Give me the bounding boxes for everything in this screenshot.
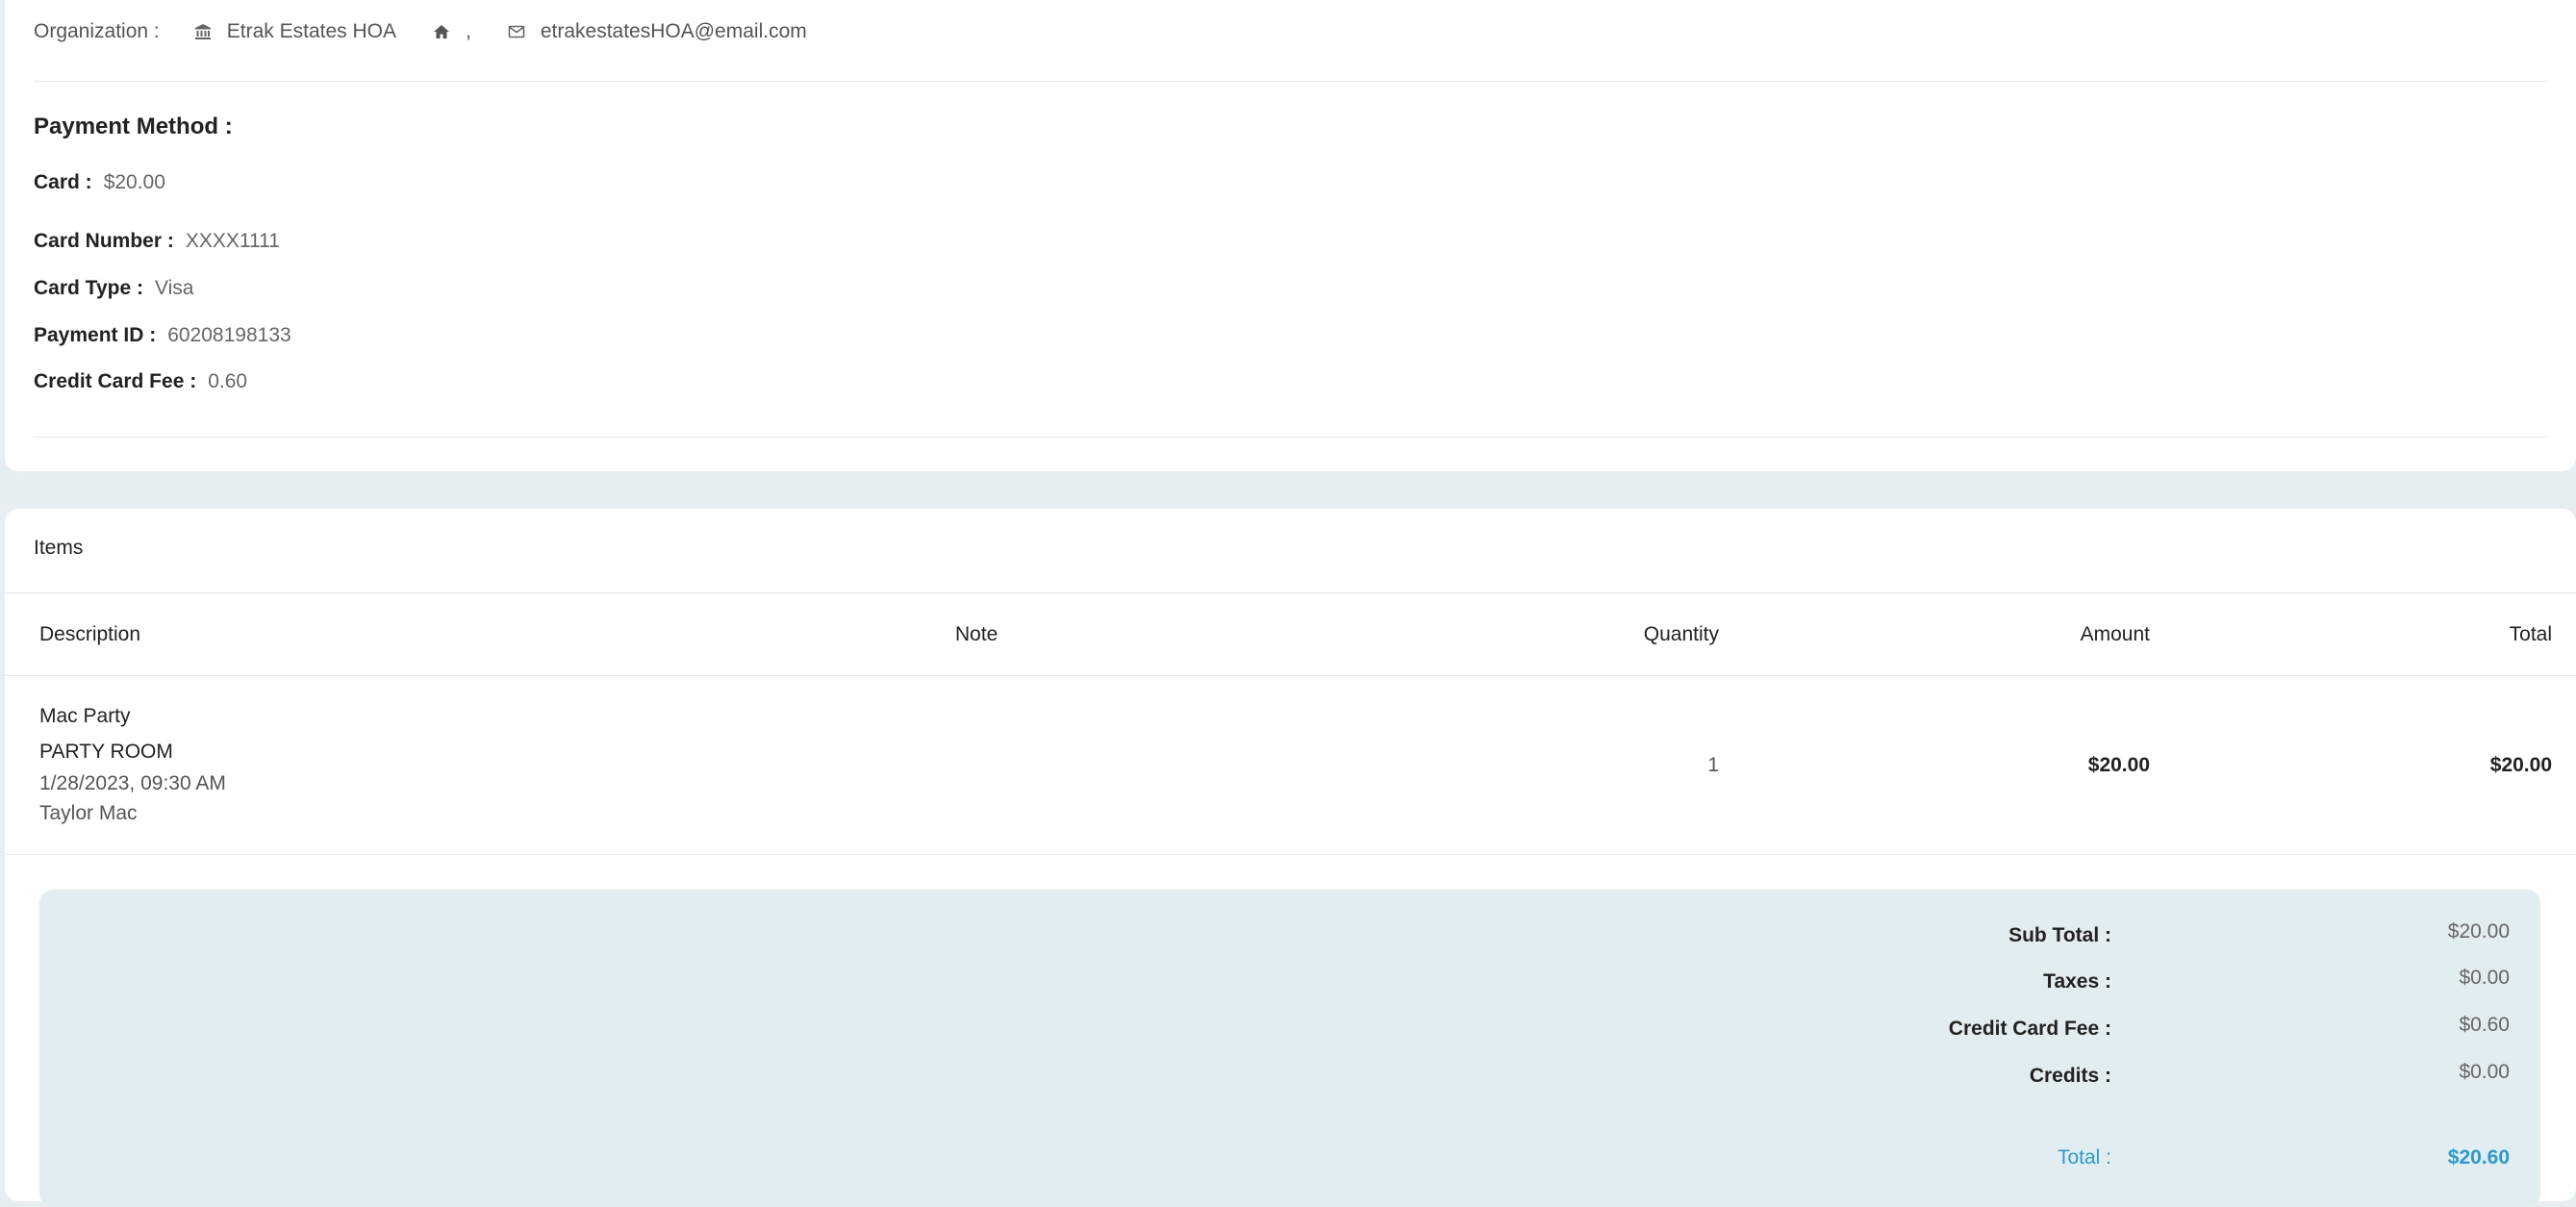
card-amount-row: Card : $20.00 bbox=[34, 171, 165, 194]
item-name: Mac Party bbox=[39, 705, 131, 727]
payment-method-title: Payment Method : bbox=[34, 113, 233, 139]
item-person: Taylor Mac bbox=[39, 802, 138, 824]
card-number-value: XXXX1111 bbox=[185, 230, 280, 252]
organization-name: Etrak Estates HOA bbox=[226, 20, 396, 42]
total-label: Total : bbox=[2057, 1146, 2111, 1169]
card-value: $20.00 bbox=[103, 171, 165, 193]
item-room: PARTY ROOM bbox=[39, 741, 173, 763]
card-number-row: Card Number : XXXX1111 bbox=[34, 230, 280, 253]
subtotal-row: Sub Total : $20.00 bbox=[39, 920, 2540, 949]
divider bbox=[34, 437, 2547, 438]
item-total: $20.00 bbox=[2489, 754, 2552, 776]
column-header-total: Total bbox=[2509, 623, 2552, 645]
credits-label: Credits : bbox=[2029, 1065, 2111, 1087]
column-header-quantity: Quantity bbox=[1643, 623, 1719, 645]
home-icon bbox=[431, 21, 452, 42]
credit-card-fee-row: Credit Card Fee : 0.60 bbox=[34, 370, 247, 393]
credit-card-fee-summary-row: Credit Card Fee : $0.60 bbox=[39, 1014, 2540, 1043]
subtotal-label: Sub Total : bbox=[2008, 924, 2111, 946]
items-card: Items Description Note Quantity Amount T… bbox=[5, 509, 2576, 1207]
subtotal-value: $20.00 bbox=[2447, 920, 2510, 943]
credit-card-fee-summary-label: Credit Card Fee : bbox=[1948, 1018, 2111, 1040]
total-row: Total : $20.60 bbox=[39, 1143, 2540, 1171]
credits-value: $0.00 bbox=[2459, 1061, 2510, 1083]
credits-row: Credits : $0.00 bbox=[39, 1061, 2540, 1090]
divider bbox=[34, 81, 2547, 82]
payment-details-card: Organization : Etrak Estates HOA , etrak… bbox=[5, 0, 2576, 471]
taxes-value: $0.00 bbox=[2459, 967, 2510, 989]
item-quantity: 1 bbox=[1707, 754, 1719, 776]
credit-card-fee-value: 0.60 bbox=[208, 370, 248, 392]
payment-id-row: Payment ID : 60208198133 bbox=[34, 324, 291, 347]
taxes-row: Taxes : $0.00 bbox=[39, 967, 2540, 995]
summary-panel: Sub Total : $20.00 Taxes : $0.00 Credit … bbox=[39, 890, 2540, 1207]
divider bbox=[5, 675, 2576, 676]
bank-icon bbox=[192, 21, 214, 42]
item-datetime: 1/28/2023, 09:30 AM bbox=[39, 772, 226, 794]
payment-id-label: Payment ID : bbox=[34, 324, 157, 346]
divider bbox=[5, 854, 2576, 855]
items-title: Items bbox=[34, 537, 84, 559]
mail-icon bbox=[506, 21, 527, 42]
item-amount: $20.00 bbox=[2087, 754, 2150, 776]
divider bbox=[5, 592, 2576, 593]
total-value: $20.60 bbox=[2447, 1146, 2510, 1169]
card-type-label: Card Type : bbox=[34, 277, 143, 299]
taxes-label: Taxes : bbox=[2043, 970, 2111, 993]
credit-card-fee-summary-value: $0.60 bbox=[2459, 1014, 2510, 1036]
organization-row: Organization : Etrak Estates HOA , etrak… bbox=[34, 17, 807, 46]
card-type-row: Card Type : Visa bbox=[34, 277, 193, 300]
card-number-label: Card Number : bbox=[34, 230, 174, 252]
column-header-amount: Amount bbox=[2080, 623, 2150, 645]
organization-label: Organization : bbox=[34, 20, 160, 42]
credit-card-fee-label: Credit Card Fee : bbox=[34, 370, 197, 392]
card-label: Card : bbox=[34, 171, 92, 193]
organization-email[interactable]: etrakestatesHOA@email.com bbox=[541, 20, 807, 43]
organization-address: , bbox=[465, 20, 471, 42]
payment-id-value: 60208198133 bbox=[167, 324, 291, 346]
card-type-value: Visa bbox=[154, 277, 194, 299]
column-header-description: Description bbox=[39, 623, 141, 645]
column-header-note: Note bbox=[955, 623, 998, 645]
